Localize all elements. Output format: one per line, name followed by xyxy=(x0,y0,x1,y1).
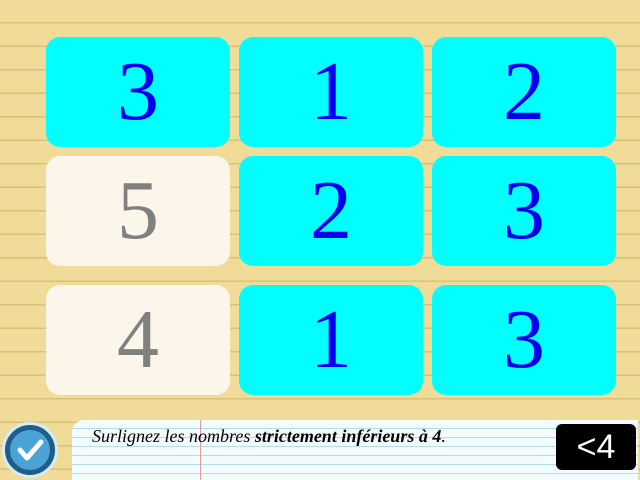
grid-cell-8[interactable]: 1 xyxy=(239,285,423,395)
instruction-prefix: Surlignez les nombres xyxy=(92,426,255,446)
grid-cell-2[interactable]: 1 xyxy=(239,37,423,147)
instruction-text: Surlignez les nombres strictement inféri… xyxy=(92,426,446,447)
check-icon xyxy=(10,430,50,470)
grid-cell-4[interactable]: 5 xyxy=(46,156,230,266)
grid-cell-5[interactable]: 2 xyxy=(239,156,423,266)
grid-cell-3[interactable]: 2 xyxy=(432,37,616,147)
validate-button[interactable] xyxy=(2,422,58,478)
grid-cell-6[interactable]: 3 xyxy=(432,156,616,266)
rule-badge: <4 xyxy=(556,424,636,470)
instruction-bold: strictement inférieurs à 4 xyxy=(254,426,442,446)
instruction-panel: Surlignez les nombres strictement inféri… xyxy=(72,420,638,480)
instruction-suffix: . xyxy=(441,426,446,446)
grid-cell-9[interactable]: 3 xyxy=(432,285,616,395)
bottom-bar: Surlignez les nombres strictement inféri… xyxy=(0,418,640,480)
grid-cell-7[interactable]: 4 xyxy=(46,285,230,395)
number-grid: 3 1 2 5 2 3 4 1 3 xyxy=(0,0,640,420)
grid-cell-1[interactable]: 3 xyxy=(46,37,230,147)
